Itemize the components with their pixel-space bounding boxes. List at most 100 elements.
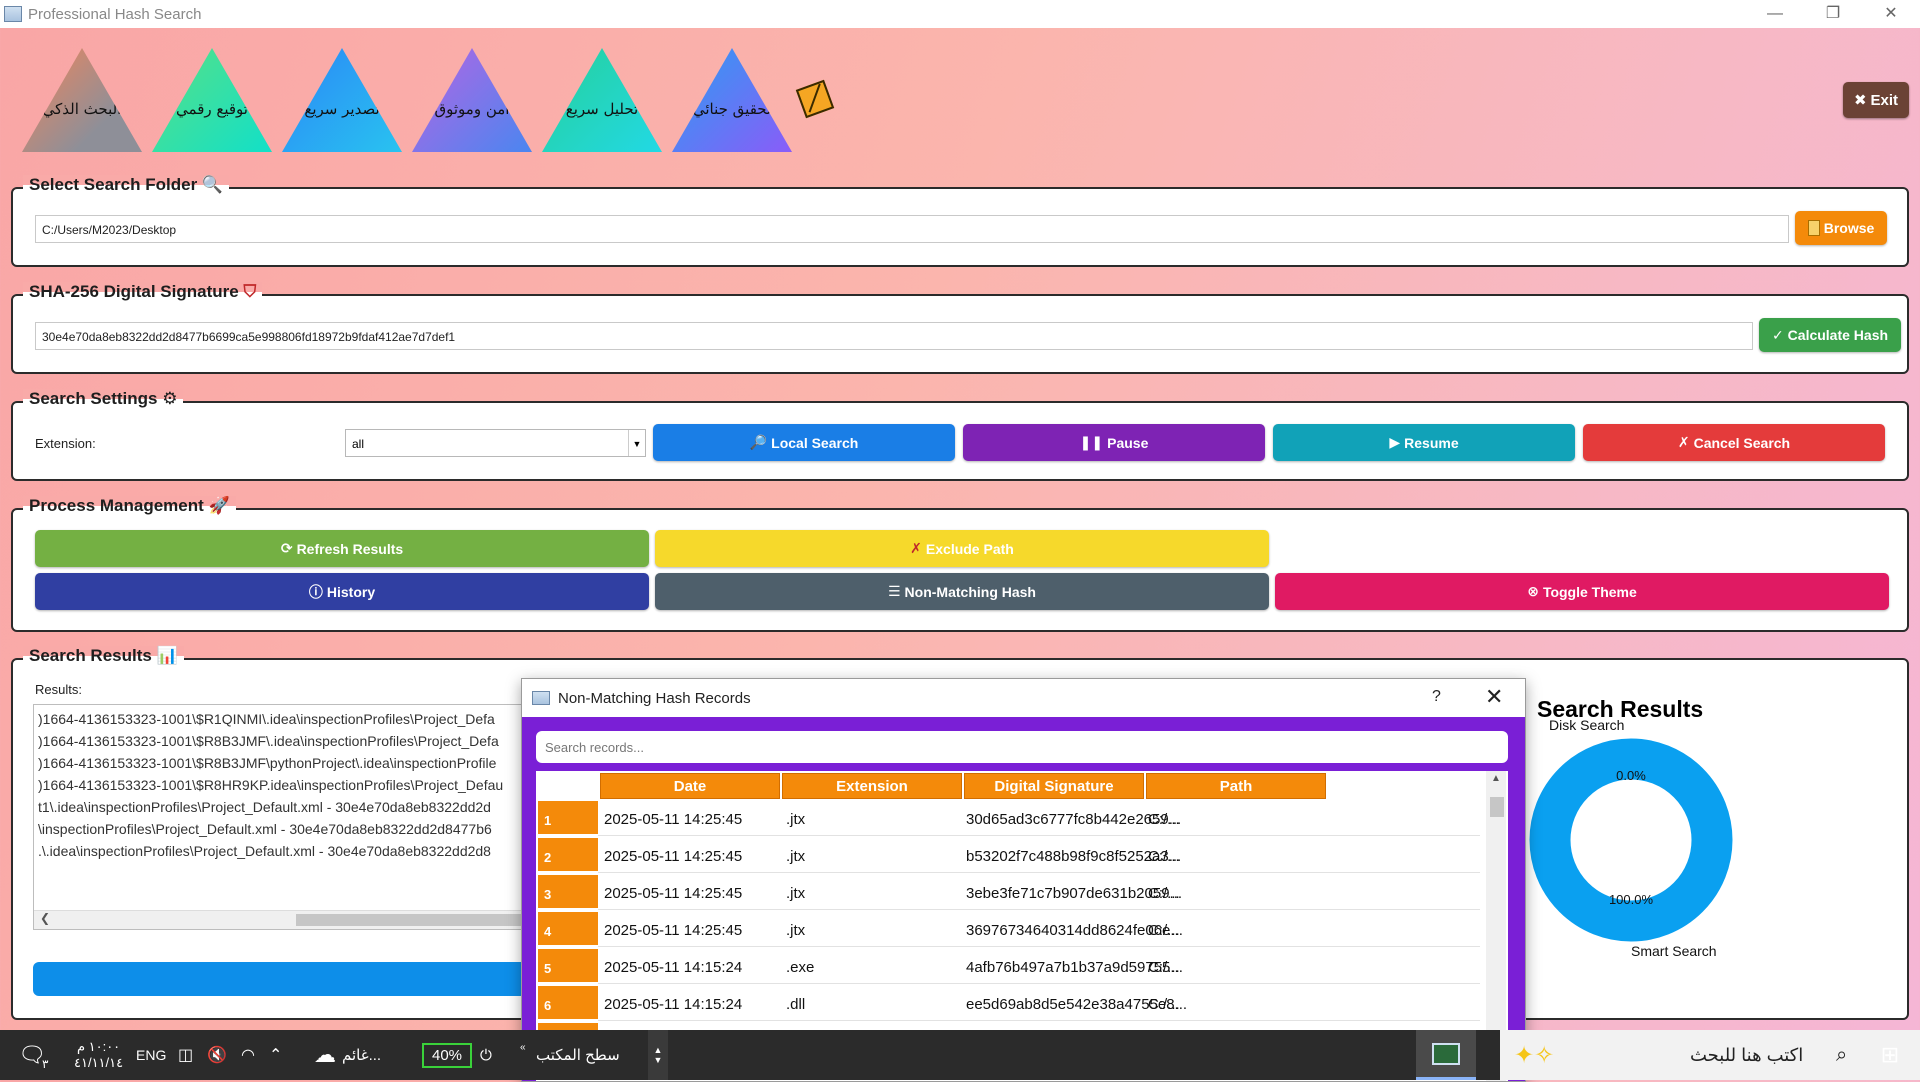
folder-path-input[interactable]: C:/Users/M2023/Desktop [35, 215, 1789, 243]
signature-group-title: SHA-256 Digital Signature ⛉ [23, 282, 263, 302]
exclude-path-button[interactable]: ✗ Exclude Path [655, 530, 1269, 567]
scroll-down-icon[interactable]: ▼ [654, 1055, 663, 1065]
feature-smart-search: البحث الذكي [22, 48, 142, 152]
volume-muted-icon[interactable]: 🔇 [207, 1045, 227, 1065]
cloud-icon: ☁ [314, 1042, 336, 1067]
chevron-up-icon[interactable]: ⌃ [269, 1045, 282, 1065]
notification-center[interactable]: 🗨 ٣ [18, 1030, 48, 1080]
pause-button[interactable]: ❚❚ Pause [963, 424, 1265, 461]
cell-extension: .jtx [786, 922, 806, 939]
donut-chart: 0.0% 100.0% [1529, 738, 1733, 942]
dialog-close-button[interactable]: ✕ [1485, 684, 1503, 710]
column-header-date[interactable]: Date [600, 773, 780, 799]
row-number: 4 [538, 912, 598, 946]
cancel-x-icon: ✗ [1677, 434, 1690, 450]
feature-label: امن وموثوق [434, 100, 510, 118]
taskbar-app-hash-search[interactable] [1416, 1030, 1476, 1080]
row-divider [598, 835, 1480, 836]
signature-title-text: SHA-256 Digital Signature [29, 282, 239, 301]
maximize-button[interactable]: ❐ [1804, 0, 1862, 28]
column-header-extension[interactable]: Extension [782, 773, 962, 799]
result-line: \inspectionProfiles\Project_Default.xml … [38, 821, 492, 837]
feature-label: تحليل سريع [565, 100, 639, 118]
battery-indicator[interactable]: 40% ⏻ [422, 1030, 492, 1080]
cell-extension: .jtx [786, 885, 806, 902]
minimize-button[interactable]: — [1746, 0, 1804, 28]
feature-digital-signature: توقيع رقمي [152, 48, 272, 152]
desktop-toolbar[interactable]: سطح المكتب [536, 1030, 620, 1080]
row-number: 5 [538, 949, 598, 983]
search-icon: ⌕ [1836, 1043, 1848, 1066]
feature-fast-analysis: تحليل سريع [542, 48, 662, 152]
gear-icon: ⚙ [162, 389, 178, 408]
row-divider [598, 983, 1480, 984]
feature-banner: البحث الذكي توقيع رقمي تصدير سريع امن وم… [22, 48, 792, 152]
settings-group: Search Settings ⚙ Extension: all ▼ 🔎 Loc… [11, 389, 1909, 481]
exit-button[interactable]: ✖ Exit [1843, 82, 1909, 118]
browse-button[interactable]: Browse [1795, 211, 1887, 245]
non-matching-dialog: Non-Matching Hash Records ? ✕ Search rec… [521, 678, 1526, 1082]
scroll-thumb[interactable] [1490, 797, 1504, 817]
results-list[interactable]: )1664-4136153323-1001\$R1QINMI\.idea\ins… [33, 704, 535, 930]
folder-icon [1807, 220, 1820, 236]
resume-label: Resume [1404, 434, 1459, 451]
calculate-hash-button[interactable]: ✓ Calculate Hash [1759, 318, 1901, 352]
bar-chart-icon: 📊 [156, 646, 178, 665]
pause-label: Pause [1107, 434, 1149, 451]
app-icon [4, 6, 22, 22]
help-button[interactable]: ? [1432, 688, 1441, 706]
clock-date: ٤١/١١/١٤ [74, 1055, 124, 1070]
chart-category-label: Disk Search [1549, 717, 1625, 733]
cell-date: 2025-05-11 14:25:45 [604, 811, 743, 828]
clock[interactable]: ١٠:٠٠ م ٤١/١١/١٤ [74, 1030, 123, 1080]
signature-group: SHA-256 Digital Signature ⛉ 30e4e70da8eb… [11, 282, 1909, 374]
dialog-body: Search records... Date Extension Digital… [522, 717, 1525, 1081]
scroll-thumb[interactable] [296, 914, 526, 926]
scroll-up-icon[interactable]: ▲ [1491, 773, 1501, 784]
weather-widget[interactable]: ☁ غائم... [314, 1030, 381, 1080]
refresh-results-button[interactable]: ⟳ Refresh Results [35, 530, 649, 567]
language-indicator[interactable]: ENG [136, 1030, 166, 1080]
column-header-path[interactable]: Path [1146, 773, 1326, 799]
feature-secure: امن وموثوق [412, 48, 532, 152]
extension-select[interactable]: all ▼ [345, 429, 646, 457]
camera-icon[interactable]: ◫ [178, 1045, 193, 1065]
records-search-input[interactable]: Search records... [536, 731, 1508, 763]
scroll-up-icon[interactable]: ▲ [654, 1045, 663, 1055]
theme-x-icon: ⊗ [1527, 583, 1539, 599]
close-button[interactable]: ✕ [1862, 0, 1920, 28]
toggle-theme-label: Toggle Theme [1542, 583, 1637, 600]
result-line: )1664-4136153323-1001\$R8B3JMF\pythonPro… [38, 755, 497, 771]
row-divider [598, 872, 1480, 873]
row-divider [598, 909, 1480, 910]
row-number: 1 [538, 801, 598, 835]
toggle-theme-button[interactable]: ⊗ Toggle Theme [1275, 573, 1889, 610]
non-matching-hash-button[interactable]: ☰ Non-Matching Hash [655, 573, 1269, 610]
hash-input[interactable]: 30e4e70da8eb8322dd2d8477b6699ca5e998806f… [35, 322, 1753, 350]
taskbar-search-box[interactable]: ✦✧ اكتب هنا للبحث ⌕ [1500, 1030, 1920, 1080]
process-group: Process Management 🚀 ⟳ Refresh Results ✗… [11, 496, 1909, 632]
cancel-search-label: Cancel Search [1693, 434, 1791, 451]
progress-bar [33, 962, 533, 996]
cancel-search-button[interactable]: ✗ Cancel Search [1583, 424, 1885, 461]
result-line: )1664-4136153323-1001\$R8HR9KP.idea\insp… [38, 777, 504, 793]
system-tray: ◫ 🔇 ◠ ⌃ [178, 1030, 282, 1080]
local-search-button[interactable]: 🔎 Local Search [653, 424, 955, 461]
close-x-icon: ✖ [1853, 92, 1867, 109]
result-line: .\.idea\inspectionProfiles\Project_Defau… [38, 843, 491, 859]
column-header-signature[interactable]: Digital Signature [964, 773, 1144, 799]
extension-select-value: all [352, 437, 365, 451]
history-button[interactable]: ⓘ History [35, 573, 649, 610]
wifi-icon[interactable]: ◠ [241, 1045, 255, 1065]
feature-label: تحقيق جنائي [692, 100, 772, 118]
resume-button[interactable]: ▶ Resume [1273, 424, 1575, 461]
horizontal-scrollbar[interactable]: ❮ [34, 910, 534, 929]
cell-extension: .exe [786, 959, 815, 976]
toolbar-scroll[interactable]: ▲ ▼ [648, 1030, 668, 1080]
desktop-chevron-icon[interactable]: « [520, 1022, 526, 1072]
result-line: t1\.idea\inspectionProfiles\Project_Defa… [38, 799, 491, 815]
exit-label: Exit [1870, 91, 1899, 109]
windows-start-icon[interactable]: ⊞ [1860, 1030, 1920, 1080]
cell-date: 2025-05-11 14:25:45 [604, 848, 743, 865]
scroll-left-icon[interactable]: ❮ [40, 911, 50, 925]
